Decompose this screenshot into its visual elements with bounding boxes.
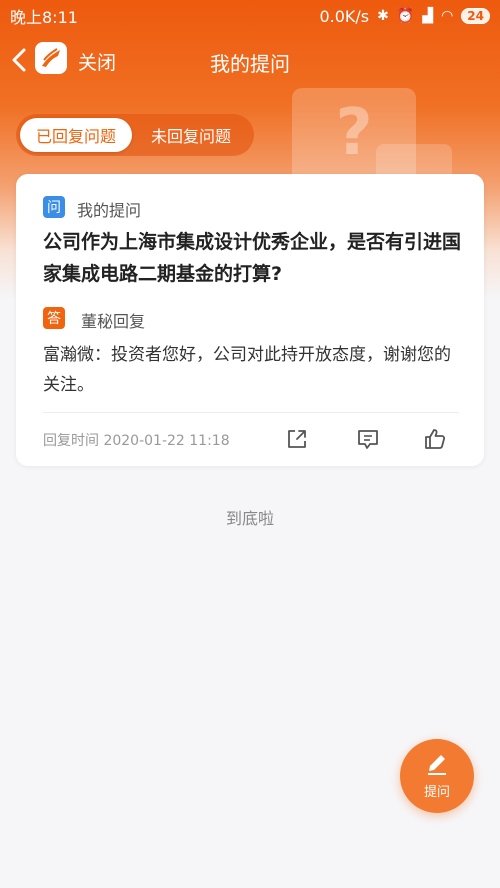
nav-bar: 关闭 我的提问	[0, 38, 500, 82]
alarm-icon: ⏰	[396, 8, 415, 24]
end-of-list-text: 到底啦	[225, 509, 274, 528]
tab-replied[interactable]: 已回复问题	[20, 118, 132, 152]
status-time: 晚上8:11	[10, 8, 78, 27]
question-text: 公司作为上海市集成设计优秀企业，是否有引进国家集成电路二期基金的打算?	[43, 231, 462, 285]
page-title: 我的提问	[210, 52, 290, 76]
thumbs-up-icon[interactable]	[422, 426, 448, 452]
status-bar: 晚上8:11 0.0K/s ✱ ⏰ ▟ ◠ 24	[0, 0, 500, 32]
signal-icon: ▟	[422, 8, 434, 24]
status-icons: 0.0K/s ✱ ⏰ ▟ ◠ 24	[319, 7, 490, 26]
divider	[43, 412, 459, 413]
network-speed: 0.0K/s	[319, 6, 370, 26]
question-card[interactable]: 问 我的提问 公司作为上海市集成设计优秀企业，是否有引进国家集成电路二期基金的打…	[16, 174, 484, 466]
pencil-icon	[428, 755, 446, 775]
wifi-icon: ◠	[441, 8, 454, 24]
ask-question-label: 提问	[423, 785, 450, 800]
answer-text: 富瀚微：投资者您好，公司对此持开放态度，谢谢您的关注。	[43, 345, 451, 395]
battery-icon: 24	[461, 8, 490, 24]
answer-label: 董秘回复	[81, 312, 146, 331]
share-icon[interactable]	[284, 426, 310, 452]
comment-icon[interactable]	[355, 426, 381, 452]
bluetooth-icon: ✱	[377, 8, 389, 24]
ask-question-button[interactable]: 提问	[400, 739, 474, 813]
tab-bar: 已回复问题 未回复问题	[16, 114, 254, 156]
answer-badge: 答	[43, 307, 65, 329]
reply-time: 回复时间 2020-01-22 11:18	[43, 433, 230, 449]
question-label: 我的提问	[77, 201, 142, 220]
question-badge: 问	[43, 196, 65, 218]
tab-unreplied[interactable]: 未回复问题	[132, 118, 250, 152]
